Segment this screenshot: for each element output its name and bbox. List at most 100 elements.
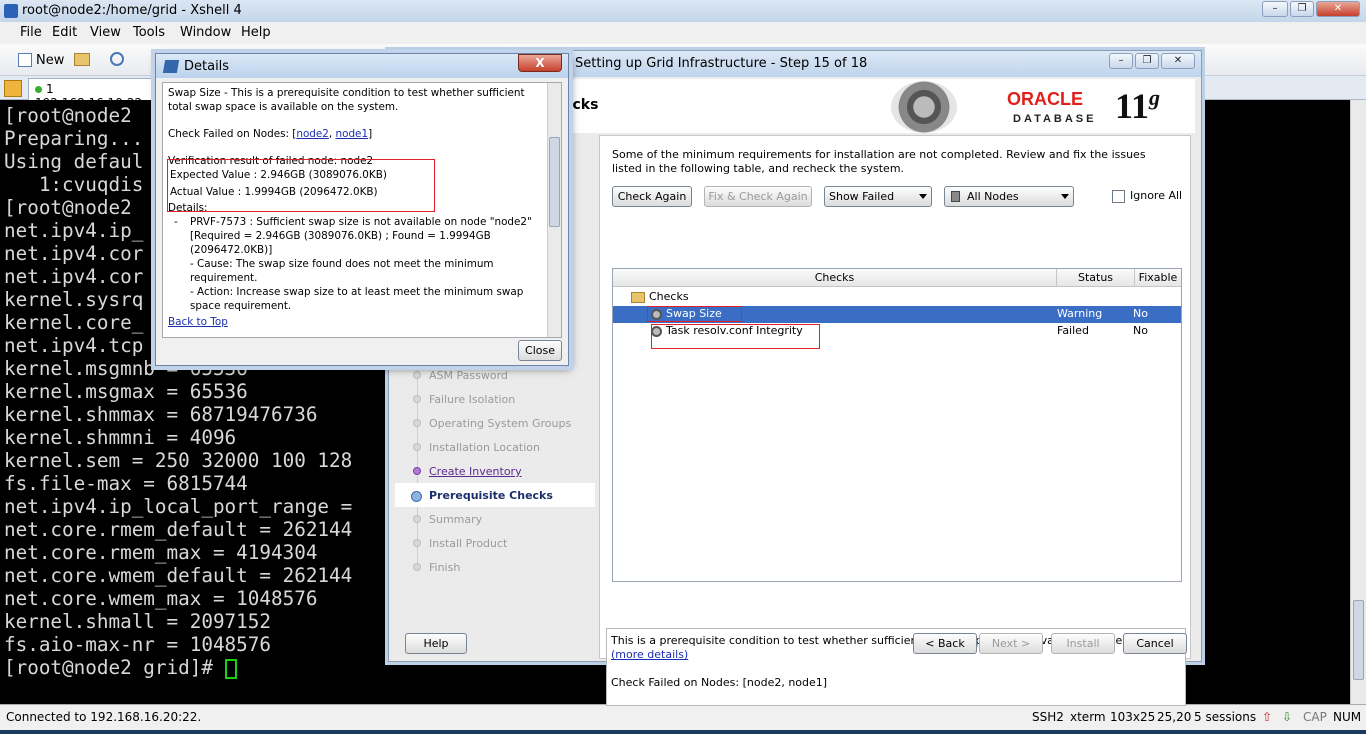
maximize-icon[interactable]: ❐ [1290, 1, 1314, 17]
check-status: Failed [1057, 324, 1089, 337]
menu-view[interactable]: View [90, 25, 121, 40]
xshell-status-bar: Connected to 192.168.16.20:22. SSH2 xter… [0, 704, 1366, 730]
nav-dot-icon [413, 371, 421, 379]
menu-help[interactable]: Help [241, 25, 271, 40]
xshell-window-title: root@node2:/home/grid - Xshell 4 [22, 3, 242, 18]
open-folder-icon[interactable] [74, 53, 90, 66]
terminal-line: kernel.shmmni = 4096 [4, 426, 237, 449]
installer-minimize-icon[interactable]: – [1109, 53, 1133, 69]
details-scrollbar[interactable] [547, 83, 561, 337]
version-logo: 11g [1115, 85, 1161, 126]
xshell-app-icon [4, 4, 18, 18]
status-cursor: 25,20 [1157, 710, 1192, 724]
new-session-icon [18, 53, 32, 67]
nav-item-installation-location: Installation Location [429, 441, 540, 454]
nav-item-create-inventory[interactable]: Create Inventory [429, 465, 522, 478]
back-to-top-link[interactable]: Back to Top [168, 316, 542, 330]
nav-item-prerequisite-checks: Prerequisite Checks [429, 489, 553, 502]
connected-status-icon [35, 86, 42, 93]
terminal-cursor [224, 658, 237, 679]
nav-item-finish: Finish [429, 561, 461, 574]
details-title-bar: Details X [156, 54, 568, 78]
check-fixable: No [1133, 307, 1148, 320]
status-sessions: 5 sessions [1194, 710, 1257, 724]
nav-line [417, 357, 418, 567]
nav-current-icon [411, 491, 422, 502]
nav-item-asm-password: ASM Password [429, 369, 508, 382]
next-button[interactable]: Next > [979, 633, 1043, 654]
cancel-button[interactable]: Cancel [1123, 633, 1187, 654]
back-button[interactable]: < Back [913, 633, 977, 654]
menu-window[interactable]: Window [180, 25, 231, 40]
show-filter-select[interactable]: Show Failed [824, 186, 932, 207]
status-cap: CAP [1303, 710, 1327, 724]
terminal-line: net.core.wmem_default = 262144 [4, 564, 353, 587]
failed-nodes-text: Check Failed on Nodes: [node2, node1] [611, 676, 828, 689]
installer-close-icon[interactable]: ✕ [1161, 53, 1195, 69]
menu-file[interactable]: File [20, 25, 42, 40]
status-connected: Connected to 192.168.16.20:22. [6, 710, 202, 724]
check-fixable: No [1133, 324, 1148, 337]
nodes-filter-select[interactable]: All Nodes [944, 186, 1074, 207]
nav-item-failure-isolation: Failure Isolation [429, 393, 516, 406]
fix-check-again-button[interactable]: Fix & Check Again [704, 186, 812, 207]
node2-link[interactable]: node2 [296, 128, 329, 140]
tree-root-row[interactable]: Checks [613, 289, 1181, 306]
ignore-all-checkbox[interactable] [1112, 190, 1125, 203]
close-button[interactable]: Close [518, 340, 562, 361]
nav-dot-icon [413, 563, 421, 571]
menu-tools[interactable]: Tools [133, 25, 165, 40]
close-icon[interactable]: X [518, 54, 562, 72]
terminal-scroll-thumb[interactable] [1353, 600, 1364, 680]
node1-link[interactable]: node1 [336, 128, 369, 140]
installer-maximize-icon[interactable]: ❐ [1135, 53, 1159, 69]
details-title: Details [184, 59, 230, 74]
minimize-icon[interactable]: – [1262, 1, 1288, 17]
col-header-checks[interactable]: Checks [613, 269, 1057, 287]
check-status: Warning [1057, 307, 1103, 320]
nav-dot-icon [413, 515, 421, 523]
annotation-box [167, 159, 435, 212]
installer-window-title: Setting up Grid Infrastructure - Step 15… [575, 56, 868, 71]
terminal-line: kernel.shmmax = 68719476736 [4, 403, 318, 426]
add-tab-icon[interactable] [4, 80, 22, 97]
terminal-line: kernel.msgmax = 65536 [4, 380, 248, 403]
col-header-status[interactable]: Status [1057, 269, 1135, 287]
annotation-box [651, 324, 820, 349]
gear-graphic-icon [891, 81, 957, 133]
nav-dot-icon [413, 395, 421, 403]
upload-icon[interactable]: ⇧ [1262, 710, 1272, 724]
new-session-button[interactable]: New [36, 53, 64, 68]
action-text: - Action: Increase swap size to at least… [190, 285, 524, 312]
node-icon [951, 191, 960, 202]
details-failed-nodes: Check Failed on Nodes: [node2, node1] [168, 127, 373, 140]
terminal-line: kernel.sem = 250 32000 100 128 [4, 449, 353, 472]
checks-table: Checks Status Fixable Checks Swap Size W… [612, 268, 1182, 582]
check-again-button[interactable]: Check Again [612, 186, 692, 207]
details-scroll-thumb[interactable] [549, 137, 560, 227]
help-button[interactable]: Help [405, 633, 467, 654]
terminal-scrollbar[interactable] [1350, 100, 1366, 704]
xshell-title-bar: root@node2:/home/grid - Xshell 4 – ❐ ✕ [0, 0, 1366, 22]
ignore-all-label: Ignore All [1130, 189, 1183, 202]
details-summary: Swap Size - This is a prerequisite condi… [168, 87, 525, 113]
terminal-line: net.core.rmem_default = 262144 [4, 518, 353, 541]
download-icon[interactable]: ⇩ [1282, 710, 1292, 724]
close-icon[interactable]: ✕ [1316, 1, 1360, 17]
folder-icon [631, 291, 645, 303]
install-button[interactable]: Install [1051, 633, 1115, 654]
nav-dot-icon [413, 419, 421, 427]
connect-icon[interactable] [110, 52, 124, 66]
java-icon [162, 60, 180, 73]
nav-dot-icon [413, 467, 421, 475]
session-tab[interactable]: 1 192.168.16.10:22 [28, 78, 158, 110]
col-header-fixable[interactable]: Fixable [1135, 269, 1181, 287]
more-details-link[interactable]: (more details) [611, 648, 688, 661]
windows-taskbar [0, 730, 1366, 734]
menu-edit[interactable]: Edit [52, 25, 77, 40]
intro-text: Some of the minimum requirements for ins… [612, 148, 1146, 175]
prvf-message: - PRVF-7573 : Sufficient swap size is not… [174, 216, 532, 257]
terminal-line: kernel.shmall = 2097152 [4, 610, 271, 633]
chevron-down-icon [919, 194, 927, 199]
status-size: 103x25 [1110, 710, 1156, 724]
